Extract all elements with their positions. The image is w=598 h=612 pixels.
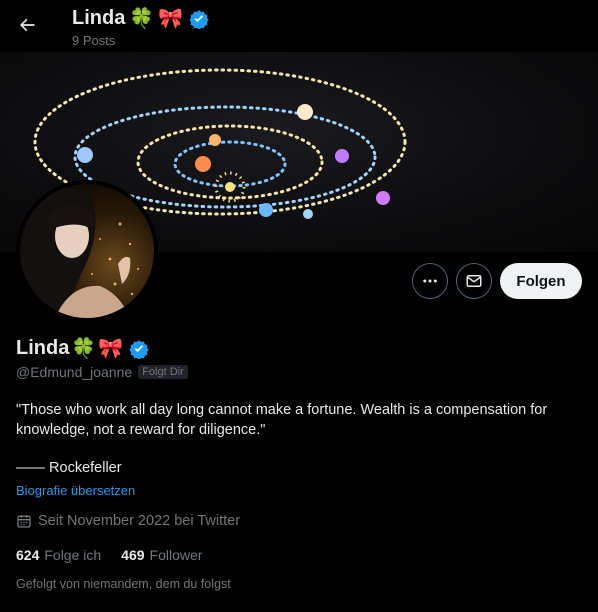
envelope-icon [466,275,482,287]
arrow-left-icon [20,18,35,32]
verified-badge-icon[interactable] [129,339,149,359]
followers-count: 469 [121,547,145,563]
more-dots-icon [423,279,437,283]
verified-badge-icon [189,9,209,29]
handle-row: @Edmund_joanne Folgt Dir [16,364,188,380]
header-title: Linda 🍀 🎀 [72,6,209,31]
joined-text: Seit November 2022 bei Twitter [38,513,241,529]
top-bar: Linda 🍀 🎀 9 Posts [0,0,598,52]
header-display-name: Linda [72,7,126,29]
profile-display-name: Linda [16,337,70,359]
avatar[interactable] [16,180,158,322]
ribbon-emoji: 🎀 [158,8,184,30]
ribbon-emoji: 🎀 [98,338,124,360]
follow-stats: 624 Folge ich 469 Follower [16,547,202,563]
following-link[interactable]: 624 Folge ich [16,547,101,563]
more-options-button[interactable] [412,263,448,299]
bio-quote: "Those who work all day long cannot make… [16,402,548,438]
handle: @Edmund_joanne [16,364,133,380]
profile-name: Linda 🍀 🎀 [16,336,149,361]
following-count: 624 [16,547,40,563]
avatar-image [20,186,139,318]
follows-you-badge: Folgt Dir [138,365,188,379]
follow-button[interactable]: Folgen [500,263,582,299]
joined-date: Seit November 2022 bei Twitter [16,513,240,529]
posts-count: 9 Posts [72,33,116,48]
bio-signature: —— Rockefeller [16,460,122,476]
followed-by-text: Gefolgt von niemandem, dem du folgst [16,577,231,591]
message-button[interactable] [456,263,492,299]
calendar-icon [17,515,31,528]
back-button[interactable] [12,10,42,40]
clover-emoji: 🍀 [129,8,155,30]
following-label: Folge ich [44,547,102,563]
translate-bio-link[interactable]: Biografie übersetzen [16,483,135,498]
followers-label: Follower [149,547,203,563]
followers-link[interactable]: 469 Follower [121,547,202,563]
clover-emoji: 🍀 [71,338,97,360]
